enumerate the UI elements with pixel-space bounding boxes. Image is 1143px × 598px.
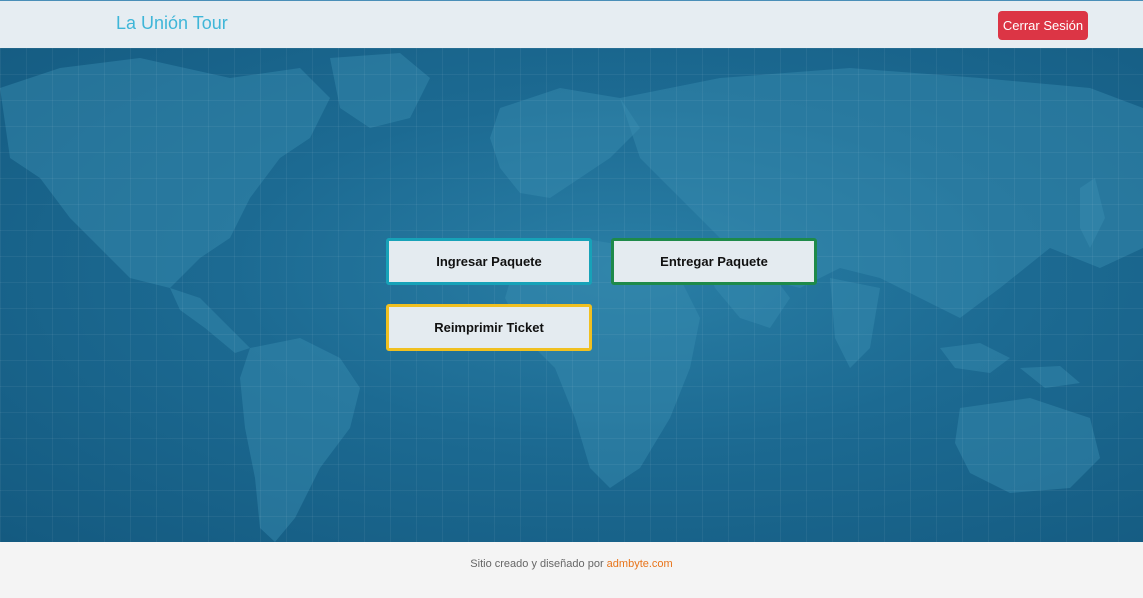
footer-link[interactable]: admbyte.com [607,558,673,570]
reimprimir-ticket-button[interactable]: Reimprimir Ticket [386,304,592,351]
ingresar-paquete-button[interactable]: Ingresar Paquete [386,238,592,285]
brand-link[interactable]: La Unión Tour [116,13,228,34]
navbar: La Unión Tour Cerrar Sesión [0,0,1143,48]
entregar-paquete-button[interactable]: Entregar Paquete [611,238,817,285]
footer-text: Sitio creado y diseñado por [470,558,607,570]
map-grid-overlay [0,48,1143,542]
footer-line: Sitio creado y diseñado por admbyte.com [0,558,1143,570]
footer: Sitio creado y diseñado por admbyte.com [0,542,1143,598]
world-map-background [0,48,1143,542]
logout-button[interactable]: Cerrar Sesión [998,11,1088,40]
